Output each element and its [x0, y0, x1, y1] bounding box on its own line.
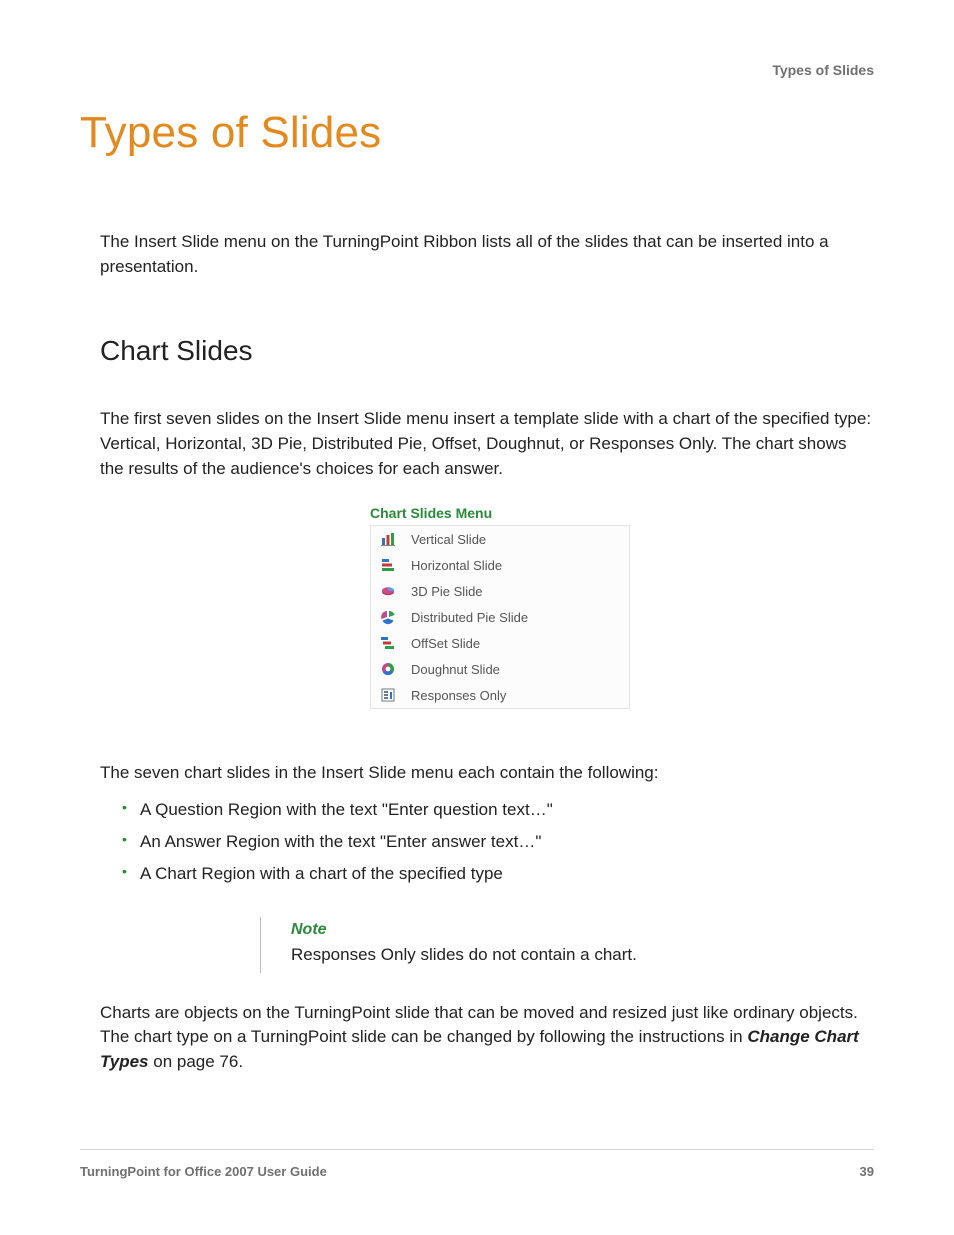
- menu-item-responses-only[interactable]: Responses Only: [371, 682, 629, 708]
- menu-item-label: Distributed Pie Slide: [411, 610, 621, 625]
- note-text: Responses Only slides do not contain a c…: [291, 945, 780, 965]
- list-item: A Chart Region with a chart of the speci…: [122, 858, 874, 890]
- page-title: Types of Slides: [80, 108, 874, 158]
- menu-item-label: Horizontal Slide: [411, 558, 621, 573]
- footer-doc-title: TurningPoint for Office 2007 User Guide: [80, 1164, 327, 1179]
- running-head: Types of Slides: [772, 62, 874, 78]
- pie-3d-icon: [379, 582, 397, 600]
- menu-item-distributed-pie-slide[interactable]: Distributed Pie Slide: [371, 604, 629, 630]
- note-block: Note Responses Only slides do not contai…: [260, 917, 780, 973]
- horizontal-bar-icon: [379, 556, 397, 574]
- chart-slides-menu: Vertical Slide Horizontal Slide: [370, 525, 630, 709]
- menu-item-label: Vertical Slide: [411, 532, 621, 547]
- chart-slides-contain-intro: The seven chart slides in the Insert Sli…: [100, 761, 874, 786]
- menu-item-vertical-slide[interactable]: Vertical Slide: [371, 526, 629, 552]
- chart-slides-bullet-list: A Question Region with the text "Enter q…: [122, 794, 874, 891]
- list-item: An Answer Region with the text "Enter an…: [122, 826, 874, 858]
- menu-item-offset-slide[interactable]: OffSet Slide: [371, 630, 629, 656]
- body: The Insert Slide menu on the TurningPoin…: [100, 230, 874, 1075]
- chart-slides-description: The first seven slides on the Insert Sli…: [100, 407, 874, 481]
- offset-bar-icon: [379, 634, 397, 652]
- menu-item-label: OffSet Slide: [411, 636, 621, 651]
- doughnut-icon: [379, 660, 397, 678]
- page: Types of Slides Types of Slides The Inse…: [0, 0, 954, 1235]
- menu-item-horizontal-slide[interactable]: Horizontal Slide: [371, 552, 629, 578]
- note-label: Note: [291, 921, 780, 939]
- responses-only-icon: [379, 686, 397, 704]
- paragraph-text: on page 76.: [149, 1052, 244, 1071]
- list-item: A Question Region with the text "Enter q…: [122, 794, 874, 826]
- section-heading-chart-slides: Chart Slides: [100, 335, 874, 367]
- figure-chart-slides-menu: Chart Slides Menu Vertical Slide: [100, 505, 874, 709]
- menu-item-3d-pie-slide[interactable]: 3D Pie Slide: [371, 578, 629, 604]
- vertical-bar-icon: [379, 530, 397, 548]
- footer-page-number: 39: [860, 1164, 874, 1179]
- paragraph-text: Charts are objects on the TurningPoint s…: [100, 1003, 858, 1047]
- chart-objects-paragraph: Charts are objects on the TurningPoint s…: [100, 1001, 874, 1075]
- figure-caption: Chart Slides Menu: [370, 505, 874, 521]
- intro-paragraph: The Insert Slide menu on the TurningPoin…: [100, 230, 874, 279]
- menu-item-label: 3D Pie Slide: [411, 584, 621, 599]
- distributed-pie-icon: [379, 608, 397, 626]
- menu-item-label: Doughnut Slide: [411, 662, 621, 677]
- menu-item-doughnut-slide[interactable]: Doughnut Slide: [371, 656, 629, 682]
- menu-item-label: Responses Only: [411, 688, 621, 703]
- page-footer: TurningPoint for Office 2007 User Guide …: [80, 1149, 874, 1179]
